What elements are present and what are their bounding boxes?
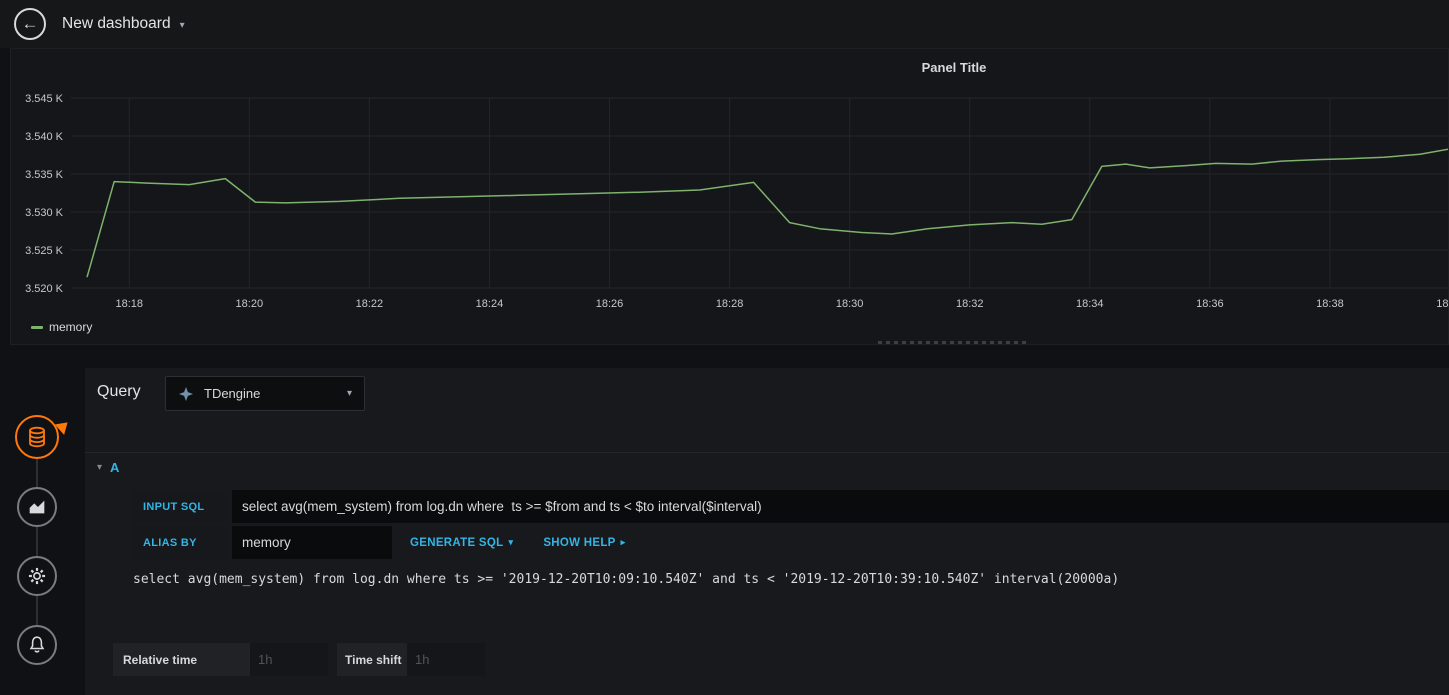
dashboard-title: New dashboard [62, 15, 171, 32]
x-axis-tick-label: 18:30 [836, 298, 864, 310]
x-axis-tick-label: 18:38 [1316, 298, 1344, 310]
y-axis-tick-label: 3.520 K [25, 283, 64, 295]
input-sql-field[interactable] [232, 490, 1449, 523]
alias-by-row: ALIAS BY GENERATE SQL ▾ SHOW HELP ▸ [133, 526, 1449, 559]
chevron-down-icon: ▾ [508, 537, 514, 547]
tab-general[interactable] [17, 556, 57, 596]
graph-panel: Panel Title 3.545 K 3.540 K 3.535 K 3.530 K… [10, 48, 1449, 345]
x-axis-tick-label: 18:34 [1076, 298, 1104, 310]
time-series-chart[interactable]: 3.545 K 3.540 K 3.535 K 3.530 K 3.525 K 3.520… [11, 49, 1449, 317]
area-chart-icon [29, 500, 45, 514]
y-axis-tick-label: 3.535 K [25, 169, 64, 181]
time-shift-label: Time shift [337, 643, 407, 676]
series-line-memory [86, 148, 1448, 278]
x-axis-tick-label: 18:26 [596, 298, 624, 310]
tab-alert[interactable] [17, 625, 57, 665]
gear-icon [28, 567, 46, 585]
query-ref-row[interactable]: ▾ A [97, 460, 119, 475]
generate-sql-button[interactable]: GENERATE SQL ▾ [398, 526, 525, 559]
y-axis-tick-label: 3.540 K [25, 131, 64, 143]
back-arrow-icon: ← [21, 14, 39, 33]
panel-scroll-handle[interactable] [878, 341, 1029, 344]
collapse-chevron-icon: ▾ [97, 462, 103, 473]
tdengine-logo-icon [179, 386, 193, 401]
generate-sql-label: GENERATE SQL [410, 536, 504, 549]
x-axis-tick-label: 18:24 [476, 298, 504, 310]
tab-visualization[interactable] [17, 487, 57, 527]
time-options-row: Relative time Time shift [113, 643, 485, 676]
dashboard-title-dropdown[interactable]: New dashboard ▾ [62, 0, 185, 48]
x-axis-tick-label: 18:22 [356, 298, 384, 310]
query-section-label: Query [97, 383, 141, 400]
legend-color-swatch [31, 325, 43, 329]
show-help-label: SHOW HELP [543, 536, 616, 549]
query-row-divider [85, 452, 1449, 453]
query-ref-id: A [110, 460, 120, 475]
show-help-button[interactable]: SHOW HELP ▸ [531, 526, 637, 559]
x-axis-tick-label: 18:32 [956, 298, 984, 310]
legend-item-memory[interactable]: memory [31, 320, 92, 334]
time-shift-field[interactable] [407, 643, 485, 676]
x-axis-tick-label: 18:28 [716, 298, 744, 310]
chevron-down-icon: ▾ [179, 19, 185, 31]
y-axis-tick-label: 3.545 K [25, 93, 64, 105]
generated-sql-preview: select avg(mem_system) from log.dn where… [133, 572, 1120, 587]
grafana-edit-page: { "header": { "title": "New dashboard" }… [0, 0, 1449, 695]
datasource-name: TDengine [204, 386, 261, 401]
legend-label: memory [49, 320, 93, 334]
dashboard-header: ← New dashboard ▾ [0, 0, 1449, 48]
bell-icon [29, 636, 45, 653]
x-axis-tick-label: 18:20 [236, 298, 264, 310]
input-sql-label: INPUT SQL [133, 490, 230, 523]
x-axis-tick-label: 18:18 [115, 298, 143, 310]
query-editor: Query TDengine ▾ ▾ A INPUT SQL ALIAS BY … [85, 368, 1449, 695]
datasource-dropdown[interactable]: TDengine ▾ [165, 376, 365, 411]
alias-by-label: ALIAS BY [133, 526, 230, 559]
back-button[interactable]: ← [14, 8, 46, 40]
chevron-down-icon: ▾ [346, 388, 352, 399]
y-axis-tick-label: 3.525 K [25, 245, 64, 257]
input-sql-row: INPUT SQL [133, 490, 1449, 523]
chevron-right-icon: ▸ [620, 537, 626, 547]
alias-by-field[interactable] [232, 526, 392, 559]
database-icon [29, 426, 45, 448]
x-axis-tick-label: 18:40 [1436, 298, 1449, 310]
y-axis-tick-label: 3.530 K [25, 207, 64, 219]
tab-queries[interactable] [15, 415, 59, 459]
relative-time-field[interactable] [250, 643, 328, 676]
relative-time-label: Relative time [113, 643, 250, 676]
x-axis-tick-label: 18:36 [1196, 298, 1224, 310]
